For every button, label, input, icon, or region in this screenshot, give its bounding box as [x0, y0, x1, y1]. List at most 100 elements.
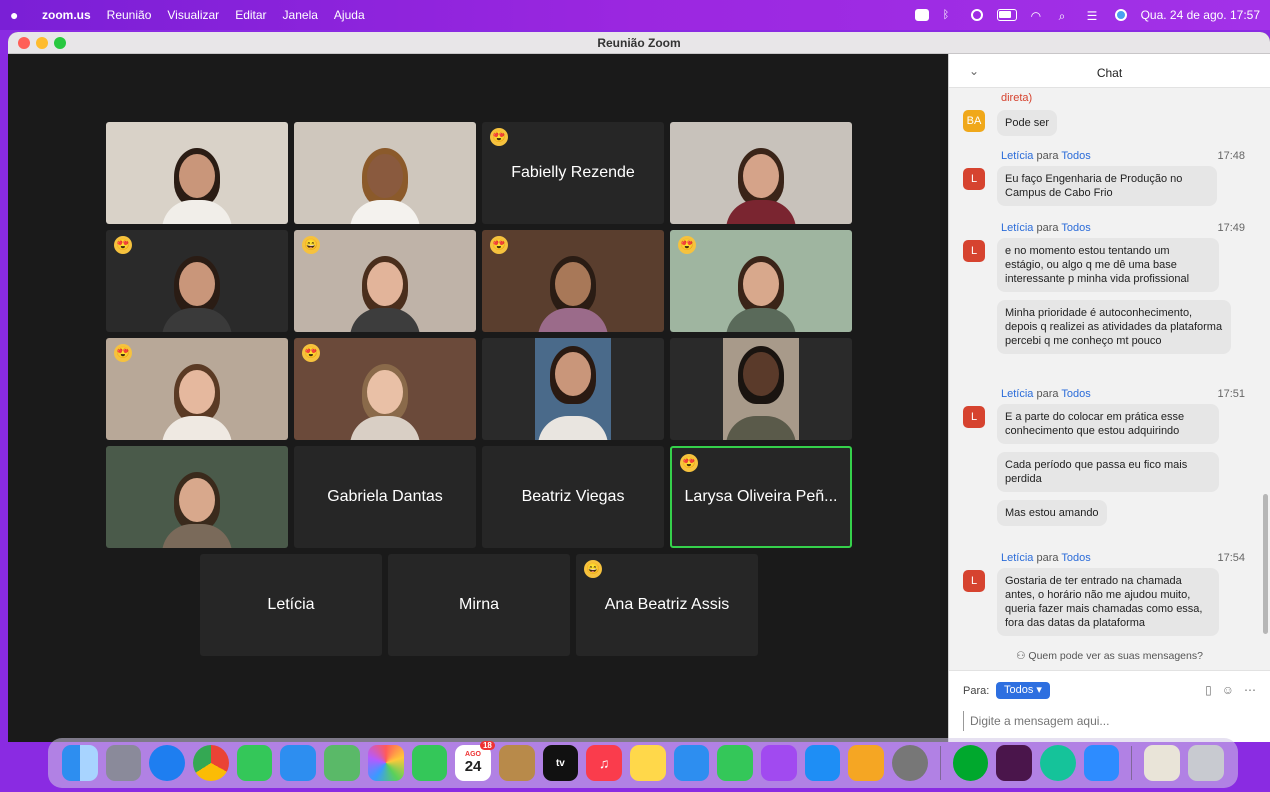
menu-item-reuniao[interactable]: Reunião	[107, 8, 152, 22]
apple-tv-icon[interactable]: tv	[542, 745, 579, 781]
safari-icon[interactable]	[149, 745, 186, 781]
participant-tile[interactable]: 😍	[106, 338, 288, 440]
participant-video	[723, 338, 799, 440]
mail-icon[interactable]	[280, 745, 317, 781]
participant-tile[interactable]: Gabriela Dantas	[294, 446, 476, 548]
window-titlebar: Reunião Zoom	[8, 32, 1270, 54]
grammarly-icon[interactable]	[1040, 745, 1076, 781]
document-icon[interactable]	[1144, 745, 1181, 781]
participant-tile[interactable]: 😄	[294, 230, 476, 332]
facetime-icon[interactable]	[411, 745, 448, 781]
participant-name: Fabielly Rezende	[511, 164, 635, 181]
menu-item-visualizar[interactable]: Visualizar	[167, 8, 219, 22]
finder-icon[interactable]	[62, 745, 98, 781]
reaction-emoji: 😍	[678, 236, 696, 254]
participant-tile[interactable]: 😍	[670, 230, 852, 332]
participant-tile[interactable]: Letícia	[200, 554, 382, 656]
dock-separator	[1131, 746, 1133, 780]
maps-icon[interactable]	[324, 745, 360, 781]
menu-item-ajuda[interactable]: Ajuda	[334, 8, 365, 22]
numbers-icon[interactable]	[717, 745, 753, 781]
participant-tile[interactable]: 😍	[294, 338, 476, 440]
participant-tile-active-speaker[interactable]: 😍 Larysa Oliveira Peñ...	[670, 446, 852, 548]
participant-tile[interactable]	[294, 122, 476, 224]
file-icon[interactable]: ▯	[1205, 683, 1212, 697]
participant-tile[interactable]: Mirna	[388, 554, 570, 656]
participant-tile[interactable]: 😄 Ana Beatriz Assis	[576, 554, 758, 656]
reaction-emoji: 😍	[302, 344, 320, 362]
slack-icon[interactable]	[996, 745, 1033, 781]
recipient-dropdown[interactable]: Todos ▾	[996, 682, 1050, 699]
message-text: direta)	[1001, 92, 1033, 104]
pages-icon[interactable]	[848, 745, 885, 781]
participant-video	[726, 140, 796, 224]
participant-tile[interactable]: 😍	[106, 230, 288, 332]
launchpad-icon[interactable]	[105, 745, 142, 781]
play-icon[interactable]	[970, 9, 983, 21]
more-icon[interactable]: ⋯	[1244, 683, 1256, 697]
search-icon[interactable]: ⌕	[1059, 9, 1073, 23]
apple-icon[interactable]: ●	[10, 8, 24, 22]
zoom-icon[interactable]	[1083, 745, 1120, 781]
calendar-icon[interactable]: AGO 24 18	[455, 741, 495, 781]
participant-video	[350, 356, 420, 440]
photos-icon[interactable]	[367, 745, 404, 781]
podcasts-icon[interactable]	[761, 745, 797, 781]
battery-icon[interactable]	[996, 9, 1017, 21]
reaction-emoji: 😄	[302, 236, 320, 254]
siri-icon[interactable]	[1114, 9, 1127, 21]
who-can-see-link[interactable]: ⚇ Quem pode ver as suas mensagens?	[949, 650, 1270, 662]
wifi-icon[interactable]: ◠	[1031, 9, 1045, 23]
trash-icon[interactable]	[1188, 745, 1224, 781]
participant-tile[interactable]	[482, 338, 664, 440]
contacts-icon[interactable]	[498, 745, 535, 781]
participant-video	[350, 140, 420, 224]
compose-icons: ▯ ☺ ⋯	[1205, 683, 1256, 697]
chrome-icon[interactable]	[193, 745, 229, 781]
keynote-icon[interactable]	[673, 745, 710, 781]
participant-video	[538, 248, 608, 332]
menu-item-editar[interactable]: Editar	[235, 8, 266, 22]
people-icon: ⚇	[1016, 650, 1029, 662]
control-center-icon[interactable]: ☰	[1087, 9, 1101, 23]
message-sender: Letícia para Todos	[1001, 222, 1091, 234]
participant-tile[interactable]	[670, 338, 852, 440]
zoom-window: Reunião Zoom 😍 Fabielly Rezende 😍 😄 😍 😍 …	[8, 32, 1270, 742]
chat-scrollbar[interactable]	[1263, 494, 1268, 634]
app-store-icon[interactable]	[804, 745, 841, 781]
avatar: BA	[963, 110, 985, 132]
menu-app-name[interactable]: zoom.us	[42, 8, 91, 22]
notes-icon[interactable]	[629, 745, 666, 781]
message-bubble: e no momento estou tentando um estágio, …	[997, 238, 1219, 292]
participant-video	[162, 356, 232, 440]
message-input[interactable]	[963, 711, 1257, 731]
menu-bar: ● zoom.us Reunião Visualizar Editar Jane…	[0, 0, 1270, 30]
zoom-status-icon[interactable]	[914, 9, 929, 21]
emoji-icon[interactable]: ☺	[1222, 683, 1234, 697]
chat-messages[interactable]: direta) BA Pode ser Letícia para Todos 1…	[949, 88, 1259, 638]
participant-tile[interactable]	[670, 122, 852, 224]
bluetooth-icon[interactable]: ᛒ	[943, 9, 957, 21]
system-preferences-icon[interactable]	[892, 745, 928, 781]
participant-name: Beatriz Viegas	[521, 488, 625, 505]
reaction-emoji: 😍	[114, 236, 132, 254]
participant-tile[interactable]: Beatriz Viegas	[482, 446, 664, 548]
music-icon[interactable]: ♫	[586, 745, 622, 781]
message-bubble: E a parte do colocar em prática esse con…	[997, 404, 1219, 444]
participant-video	[535, 338, 611, 440]
chat-header: ⌄ Chat	[949, 54, 1270, 88]
avatar: L	[963, 570, 985, 592]
message-time: 17:49	[1217, 222, 1245, 234]
menu-item-janela[interactable]: Janela	[283, 8, 318, 22]
participant-tile[interactable]	[106, 122, 288, 224]
participant-tile[interactable]: 😍	[482, 230, 664, 332]
messages-icon[interactable]	[236, 745, 273, 781]
message-bubble: Cada período que passa eu fico mais perd…	[997, 452, 1219, 492]
evernote-icon[interactable]	[952, 745, 989, 781]
participant-tile[interactable]	[106, 446, 288, 548]
participant-video	[162, 140, 232, 224]
participant-tile[interactable]: 😍 Fabielly Rezende	[482, 122, 664, 224]
participant-video	[162, 248, 232, 332]
participant-name: Larysa Oliveira Peñ...	[684, 488, 838, 505]
menu-clock[interactable]: Qua. 24 de ago. 17:57	[1141, 8, 1260, 22]
